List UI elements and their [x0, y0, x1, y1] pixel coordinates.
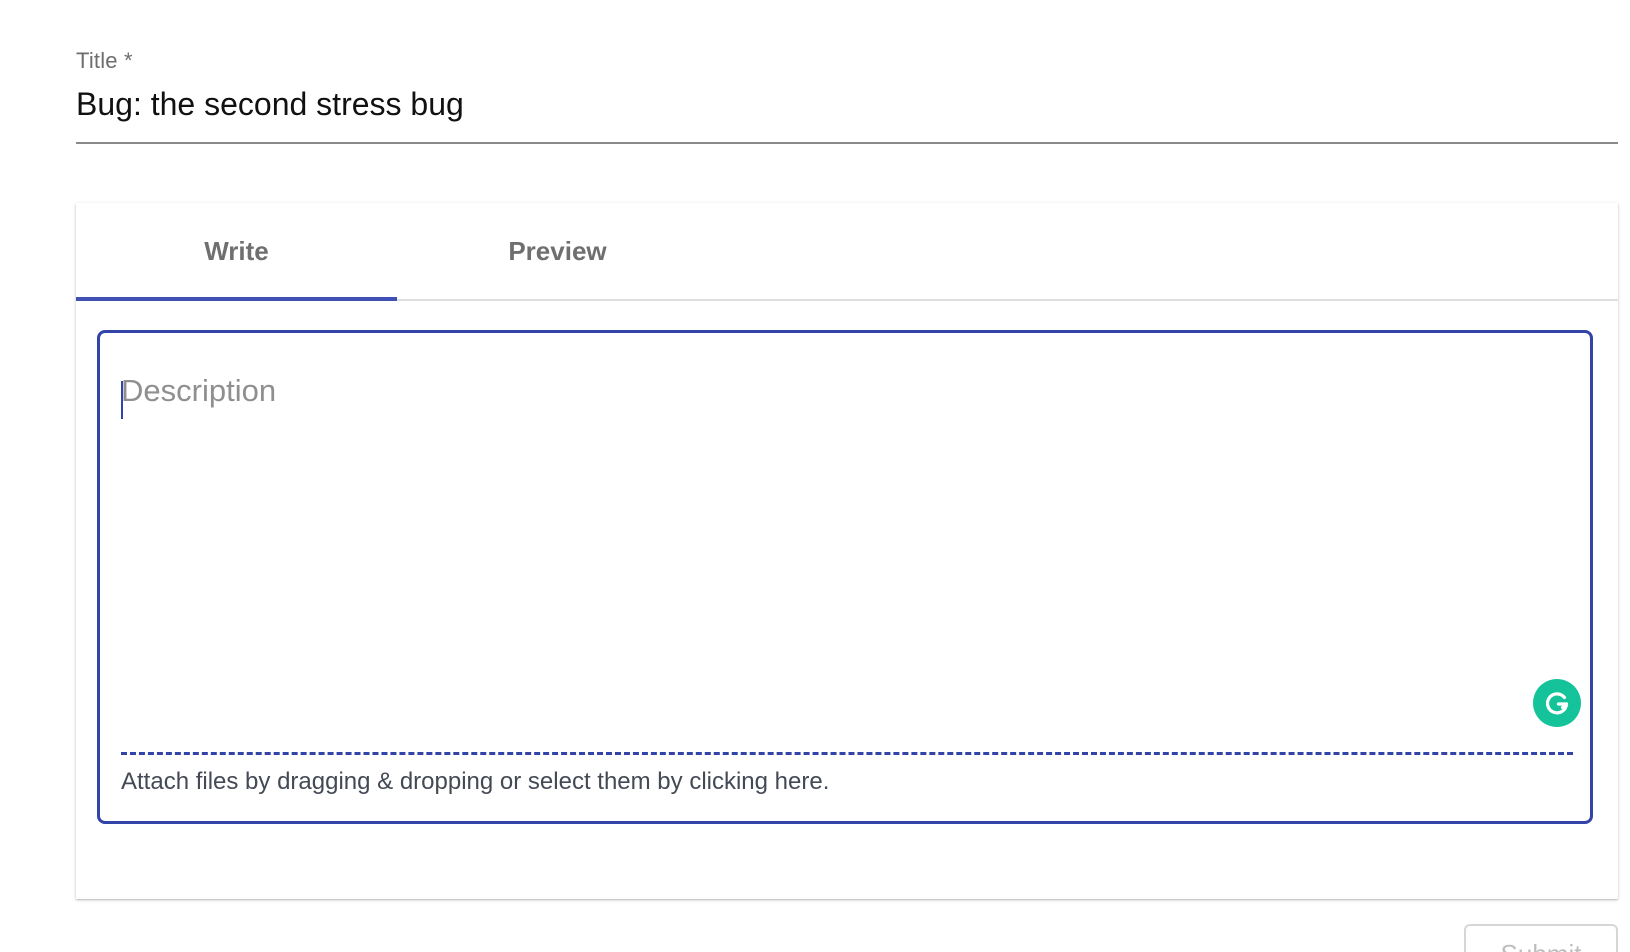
submit-button[interactable]: Submit	[1464, 924, 1618, 952]
file-dropzone[interactable]: Attach files by dragging & dropping or s…	[121, 752, 1573, 817]
grammarly-icon[interactable]	[1533, 679, 1581, 727]
active-tab-indicator	[76, 297, 397, 301]
editor-tabs: Write Preview	[76, 203, 1618, 301]
grammarly-g-glyph	[1545, 692, 1569, 715]
attach-files-text: Attach files by dragging & dropping or s…	[121, 768, 830, 795]
issue-form: Title * Write Preview Attach files by dr…	[0, 0, 1630, 952]
text-caret	[121, 381, 123, 419]
tab-write[interactable]: Write	[76, 203, 397, 299]
tab-preview[interactable]: Preview	[397, 203, 718, 299]
description-textarea[interactable]	[121, 373, 1541, 703]
description-card: Write Preview Attach files by dragging &…	[76, 203, 1618, 899]
title-field: Title *	[76, 48, 1618, 144]
description-editor: Attach files by dragging & dropping or s…	[97, 330, 1593, 824]
title-input[interactable]	[76, 86, 1618, 123]
title-label: Title *	[76, 48, 133, 73]
